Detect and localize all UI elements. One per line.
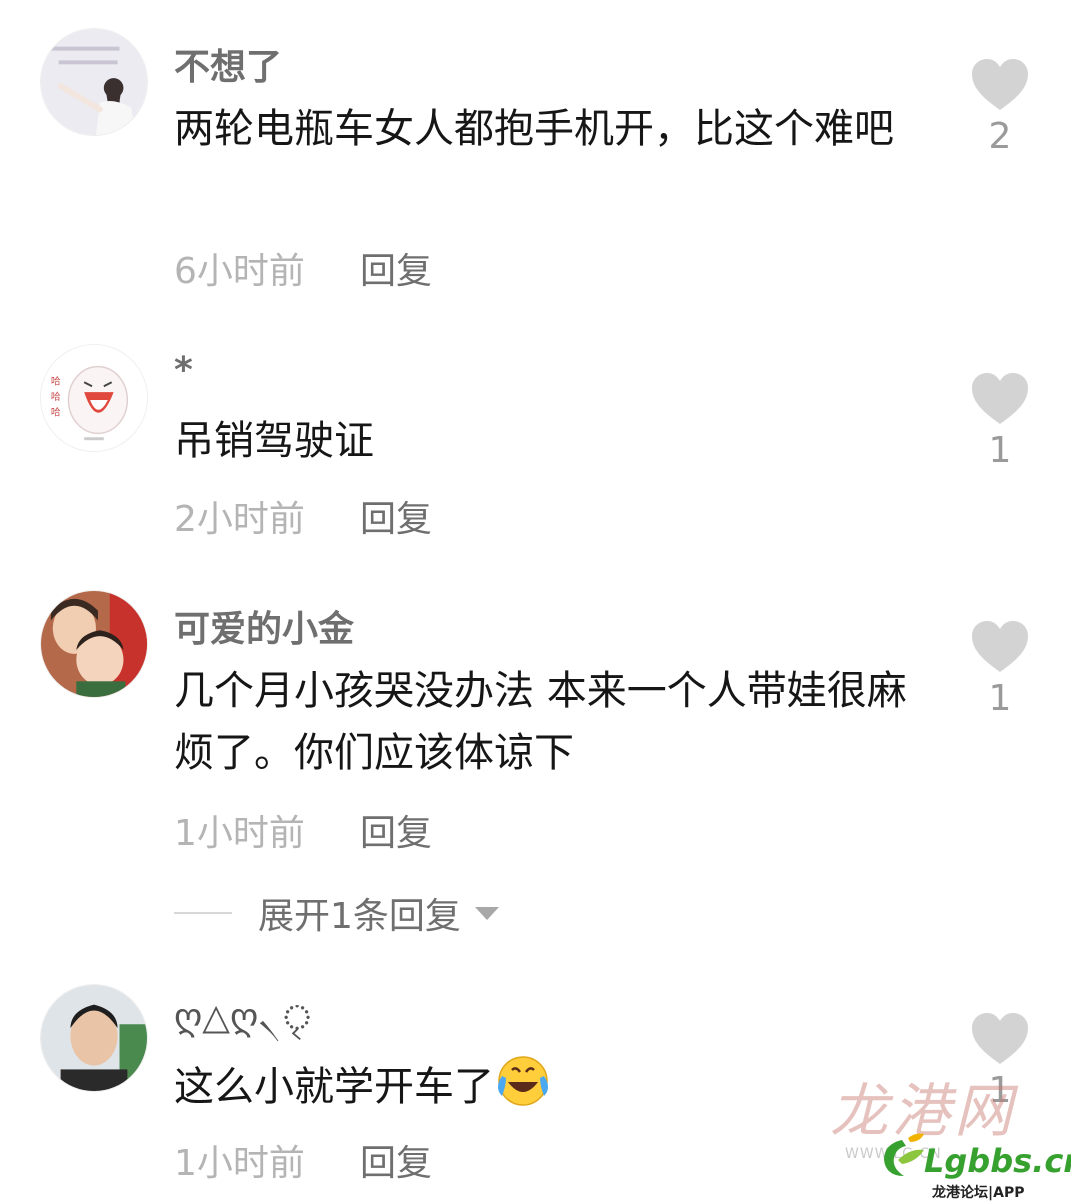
chevron-down-icon — [474, 906, 499, 920]
heart-icon — [972, 59, 1028, 110]
comment-time: 1小时前 — [174, 813, 305, 854]
comment-text: 两轮电瓶车女人都抱手机开，比这个难吧 — [174, 106, 894, 152]
like-count: 1 — [988, 430, 1012, 471]
username[interactable]: * — [174, 350, 193, 391]
comment-text-content: 这么小就学开车了 — [174, 1064, 494, 1110]
laugh-cry-emoji-icon — [498, 1056, 548, 1106]
reply-button[interactable]: 回复 — [360, 1134, 432, 1186]
reply-button[interactable]: 回复 — [360, 490, 432, 542]
reply-button[interactable]: 回复 — [360, 242, 432, 294]
comment-list: 不想了 两轮电瓶车女人都抱手机开，比这个难吧 6小时前 回复 2 哈 哈 哈 *… — [0, 0, 1071, 1203]
brand-subtitle: 龙港论坛|APP — [932, 1185, 1025, 1201]
svg-text:哈: 哈 — [51, 374, 61, 387]
username[interactable]: ღ△ღ৲ৃ — [174, 990, 314, 1050]
expand-replies-label: 展开1条回复 — [258, 896, 461, 937]
comment-time: 1小时前 — [174, 1143, 305, 1184]
heart-icon — [972, 621, 1028, 672]
brand-name: Lgbbs.cn — [924, 1142, 1071, 1180]
svg-text:哈: 哈 — [51, 406, 61, 419]
like-button[interactable]: 1 — [965, 372, 1035, 471]
comment-text: 几个月小孩哭没办法 本来一个人带娃很麻烦了。你们应该体谅下 — [174, 668, 907, 776]
avatar[interactable]: 哈 哈 哈 — [40, 344, 148, 452]
brand-logo: Lgbbs.cn 龙港论坛|APP — [880, 1130, 1071, 1201]
heart-icon — [972, 373, 1028, 424]
comment-time: 6小时前 — [174, 251, 305, 292]
heart-icon — [972, 1013, 1028, 1064]
username[interactable]: 可爱的小金 — [174, 600, 354, 652]
username[interactable]: 不想了 — [174, 38, 282, 90]
like-button[interactable]: 1 — [965, 620, 1035, 719]
expand-replies-button[interactable]: 展开1条回复 — [174, 888, 499, 938]
like-count: 2 — [988, 116, 1012, 157]
comment-text: 吊销驾驶证 — [174, 418, 374, 464]
avatar[interactable] — [40, 984, 148, 1092]
leaf-logo-icon — [884, 1133, 924, 1176]
avatar[interactable] — [40, 28, 148, 136]
like-count: 1 — [988, 678, 1012, 719]
comment-time: 2小时前 — [174, 499, 305, 540]
divider-line — [174, 912, 232, 914]
comment-text: 这么小就学开车了 — [174, 1054, 914, 1118]
like-button[interactable]: 2 — [965, 58, 1035, 157]
avatar[interactable] — [40, 590, 148, 698]
svg-text:哈: 哈 — [51, 390, 61, 403]
reply-button[interactable]: 回复 — [360, 804, 432, 856]
